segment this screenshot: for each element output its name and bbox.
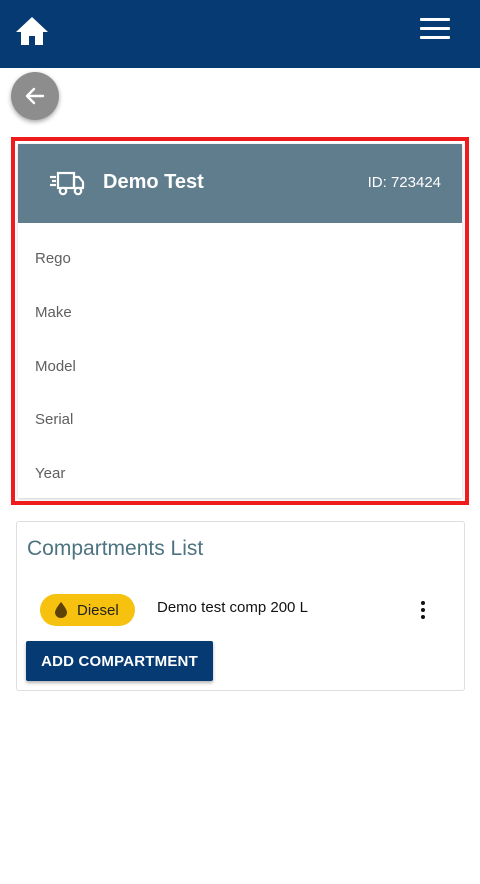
vehicle-name: Demo Test bbox=[103, 171, 204, 193]
compartments-card: Compartments List Diesel Demo test comp … bbox=[16, 521, 465, 691]
vehicle-card-header: Demo Test ID: 723424 bbox=[18, 144, 462, 223]
vehicle-id: ID: 723424 bbox=[367, 174, 441, 191]
field-model: Model bbox=[35, 358, 76, 375]
compartment-description: Demo test comp 200 L bbox=[157, 599, 308, 616]
top-app-bar bbox=[0, 0, 480, 68]
compartments-title: Compartments List bbox=[27, 537, 204, 560]
kebab-dot bbox=[421, 608, 425, 612]
menu-line bbox=[420, 27, 450, 30]
menu-line bbox=[420, 36, 450, 39]
kebab-dot bbox=[421, 601, 425, 605]
arrow-left-icon bbox=[25, 87, 45, 105]
home-icon bbox=[16, 17, 48, 45]
more-vertical-icon[interactable] bbox=[413, 596, 433, 624]
field-serial: Serial bbox=[35, 411, 74, 428]
kebab-dot bbox=[421, 615, 425, 619]
back-button[interactable] bbox=[11, 72, 59, 120]
hamburger-menu-icon bbox=[420, 18, 450, 21]
fuel-type-label: Diesel bbox=[77, 601, 119, 619]
add-compartment-button[interactable]: ADD COMPARTMENT bbox=[26, 641, 213, 681]
hamburger-menu-button[interactable] bbox=[418, 18, 452, 44]
fuel-drop-icon bbox=[55, 602, 67, 618]
truck-fast-icon bbox=[50, 171, 85, 196]
fuel-type-chip[interactable]: Diesel bbox=[40, 594, 135, 626]
field-rego: Rego bbox=[35, 250, 71, 267]
home-button[interactable] bbox=[14, 14, 50, 48]
vehicle-card: Demo Test ID: 723424 Rego Make Model Ser… bbox=[18, 144, 462, 498]
field-make: Make bbox=[35, 304, 72, 321]
field-year: Year bbox=[35, 465, 66, 482]
